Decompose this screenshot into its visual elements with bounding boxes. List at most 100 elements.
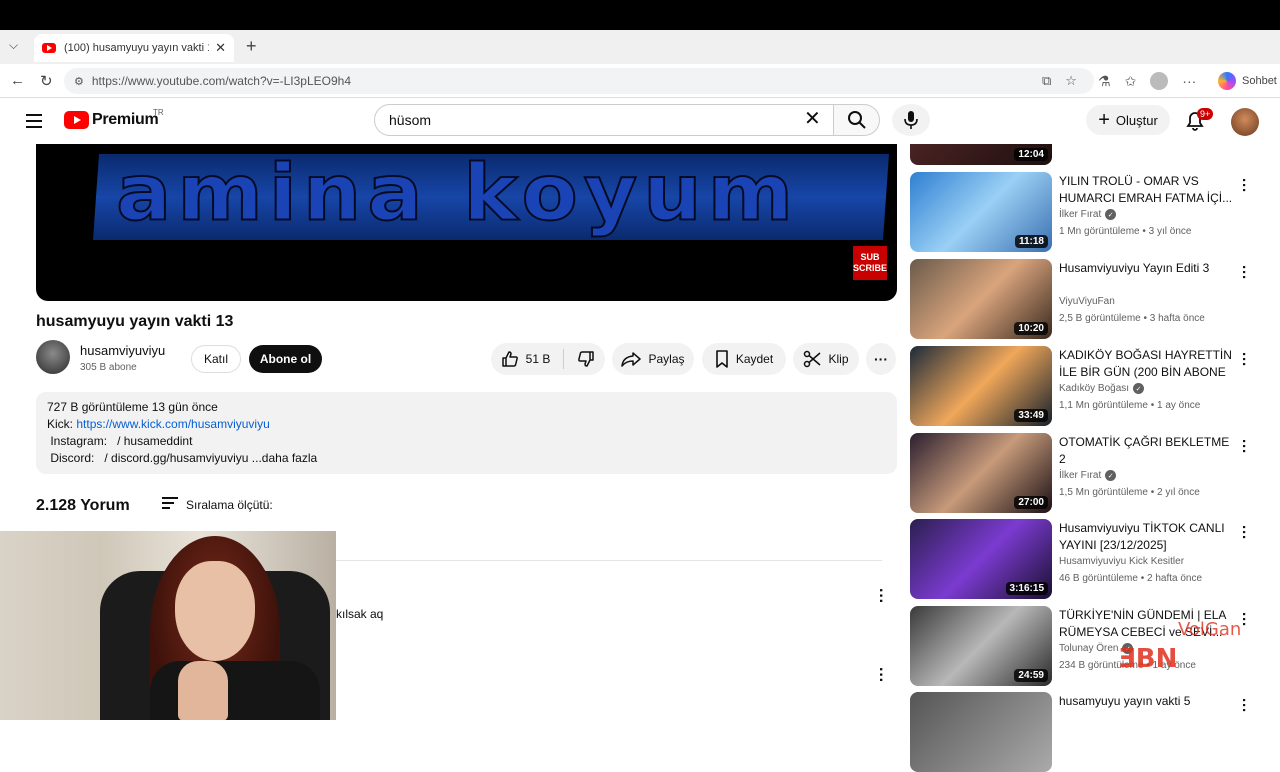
like-count[interactable]: 51 B xyxy=(526,352,551,366)
subscriber-count: 305 B abone xyxy=(80,362,137,373)
channel-name[interactable]: husamviyuviyu xyxy=(80,343,165,358)
recommended-meta: 1,5 Mn görüntüleme • 2 yıl önce xyxy=(1059,487,1200,498)
extensions-icon[interactable]: ⚗ xyxy=(1098,73,1111,90)
address-bar[interactable]: ⚙ https://www.youtube.com/watch?v=-LI3pL… xyxy=(64,68,1094,94)
video-duration: 10:20 xyxy=(1014,322,1048,335)
video-overlay-text: amina koyum xyxy=(115,147,800,239)
youtube-logo[interactable]: Premium TR xyxy=(64,108,164,129)
microphone-icon xyxy=(904,111,918,129)
profile-icon[interactable] xyxy=(1150,72,1169,90)
browser-tools: ⚗ ✩ ··· xyxy=(1098,72,1196,90)
back-icon[interactable]: ← xyxy=(10,72,25,89)
browser-tab-active[interactable]: (100) husamyuyu yayın vakti 13 - Y ✕ xyxy=(34,34,234,62)
clear-search-icon[interactable]: ✕ xyxy=(804,109,821,129)
recommended-menu-icon[interactable]: ··· xyxy=(1235,525,1252,540)
menu-icon[interactable] xyxy=(26,114,42,132)
video-description[interactable]: 727 B görüntüleme 13 gün önce Kick: http… xyxy=(36,392,897,474)
recommended-menu-icon[interactable]: ··· xyxy=(1235,178,1252,193)
video-duration: 24:59 xyxy=(1014,669,1048,682)
search-input[interactable]: hüsom xyxy=(374,104,834,136)
comment-divider xyxy=(336,560,882,561)
youtube-play-icon xyxy=(64,111,89,129)
recommended-menu-icon[interactable]: ··· xyxy=(1235,698,1252,713)
view-count-date: 727 B görüntüleme 13 gün önce xyxy=(47,400,218,414)
recommended-channel[interactable]: Tolunay Ören ✓ xyxy=(1059,643,1134,654)
video-duration: 12:04 xyxy=(1014,148,1048,161)
recommended-title[interactable]: Husamviyuviyu TİKTOK CANLI YAYINI [23/12… xyxy=(1059,520,1234,554)
sort-label: Sıralama ölçütü: xyxy=(186,497,273,512)
recommended-channel[interactable]: İlker Fırat ✓ xyxy=(1059,209,1117,220)
subscribe-button[interactable]: Abone ol xyxy=(249,345,322,373)
site-info-icon[interactable]: ⚙ xyxy=(74,75,84,88)
recommended-title[interactable]: YILIN TROLÜ - OMAR VS HUMARCI EMRAH FATM… xyxy=(1059,173,1234,207)
comment-menu-icon[interactable]: ··· xyxy=(872,667,889,683)
favorite-star-icon[interactable]: ☆ xyxy=(1065,73,1077,89)
recommended-title[interactable]: Husamviyuviyu Yayın Editi 3 xyxy=(1059,260,1234,277)
close-tab-icon[interactable]: ✕ xyxy=(215,40,226,56)
save-label: Kaydet xyxy=(735,352,774,366)
share-label: Paylaş xyxy=(648,352,685,366)
show-more-link[interactable]: ...daha fazla xyxy=(252,451,317,465)
recommended-menu-icon[interactable]: ··· xyxy=(1235,439,1252,454)
recommended-title[interactable]: husamyuyu yayın vakti 5 xyxy=(1059,693,1234,710)
video-thumbnail[interactable]: 27:00 xyxy=(910,433,1052,513)
recommended-title[interactable]: TÜRKİYE'NİN GÜNDEMİ | ELA RÜMEYSA CEBECİ… xyxy=(1059,607,1234,641)
more-actions-icon[interactable]: ··· xyxy=(866,343,896,375)
copilot-button[interactable]: Sohbet xyxy=(1218,72,1277,90)
verified-check-icon: ✓ xyxy=(1122,643,1134,654)
browser-menu-icon[interactable]: ··· xyxy=(1182,73,1196,89)
video-duration: 3:16:15 xyxy=(1005,582,1048,595)
recommended-channel[interactable]: İlker Fırat ✓ xyxy=(1059,470,1117,481)
scissors-icon xyxy=(804,350,821,368)
notifications-badge: 9+ xyxy=(1197,108,1214,120)
recommended-meta: 234 B görüntüleme • 1 ay önce xyxy=(1059,660,1196,671)
address-url: https://www.youtube.com/watch?v=-LI3pLEO… xyxy=(91,74,352,88)
save-button[interactable]: Kaydet xyxy=(702,343,786,375)
video-title: husamyuyu yayın vakti 13 xyxy=(36,313,234,330)
create-button[interactable]: + Oluştur xyxy=(1086,105,1170,135)
search-button[interactable] xyxy=(834,104,880,136)
like-icon[interactable] xyxy=(501,350,519,368)
app-install-icon[interactable]: ⧉ xyxy=(1042,73,1051,89)
share-button[interactable]: Paylaş xyxy=(612,343,694,375)
kick-link[interactable]: https://www.kick.com/husamviyuviyu xyxy=(76,417,269,431)
recommended-title[interactable]: OTOMATİK ÇAĞRI BEKLETME 2 xyxy=(1059,434,1234,468)
new-tab-icon[interactable]: + xyxy=(246,36,257,57)
copilot-label: Sohbet xyxy=(1242,75,1277,87)
video-thumbnail[interactable] xyxy=(910,692,1052,772)
account-avatar[interactable] xyxy=(1231,108,1259,136)
clip-button[interactable]: Klip xyxy=(793,343,859,375)
channel-avatar[interactable] xyxy=(36,340,70,374)
browser-tab-strip: ⌵ (100) husamyuyu yayın vakti 13 - Y ✕ +… xyxy=(0,30,1280,81)
comment-menu-icon[interactable]: ··· xyxy=(872,588,889,604)
voice-search-button[interactable] xyxy=(892,104,930,136)
recommended-channel[interactable]: ViyuViyuFan xyxy=(1059,296,1115,307)
favorites-icon[interactable]: ✩ xyxy=(1125,73,1137,90)
reload-icon[interactable]: ↻ xyxy=(40,72,53,90)
verified-check-icon: ✓ xyxy=(1133,383,1145,394)
recommended-menu-icon[interactable]: ··· xyxy=(1235,265,1252,280)
address-bar-actions: ⧉ ☆ xyxy=(1042,73,1077,89)
video-thumbnail[interactable]: 3:16:15 xyxy=(910,519,1052,599)
video-player[interactable]: amina koyum SUB SCRIBE xyxy=(36,144,897,301)
recommended-title[interactable]: KADIKÖY BOĞASI HAYRETTİN İLE BİR GÜN (20… xyxy=(1059,347,1234,381)
browser-toolbar: ← ↻ ⚙ https://www.youtube.com/watch?v=-L… xyxy=(0,64,1280,98)
like-dislike-group: 51 B xyxy=(491,343,605,375)
video-thumbnail[interactable]: 24:59 xyxy=(910,606,1052,686)
youtube-header: Premium TR hüsom ✕ + Oluştur xyxy=(0,98,1280,144)
video-thumbnail[interactable]: 11:18 xyxy=(910,172,1052,252)
video-thumbnail[interactable]: 10:20 xyxy=(910,259,1052,339)
recommended-channel[interactable]: Kadıköy Boğası ✓ xyxy=(1059,383,1145,394)
recommended-channel[interactable]: Husamviyuviyu Kick Kesitler xyxy=(1059,556,1184,567)
video-thumbnail[interactable]: 33:49 xyxy=(910,346,1052,426)
recommended-meta: 1,1 Mn görüntüleme • 1 ay önce xyxy=(1059,400,1201,411)
sort-comments-button[interactable]: Sıralama ölçütü: xyxy=(162,497,273,512)
recommended-meta: 2,5 B görüntüleme • 3 hafta önce xyxy=(1059,313,1205,324)
recommended-menu-icon[interactable]: ··· xyxy=(1235,352,1252,367)
tab-list-icon[interactable]: ⌵ xyxy=(9,38,18,53)
subscribe-watermark[interactable]: SUB SCRIBE xyxy=(853,246,887,280)
join-button[interactable]: Katıl xyxy=(191,345,241,373)
dislike-icon[interactable] xyxy=(577,350,595,368)
recommended-menu-icon[interactable]: ··· xyxy=(1235,612,1252,627)
webcam-overlay xyxy=(0,531,336,720)
